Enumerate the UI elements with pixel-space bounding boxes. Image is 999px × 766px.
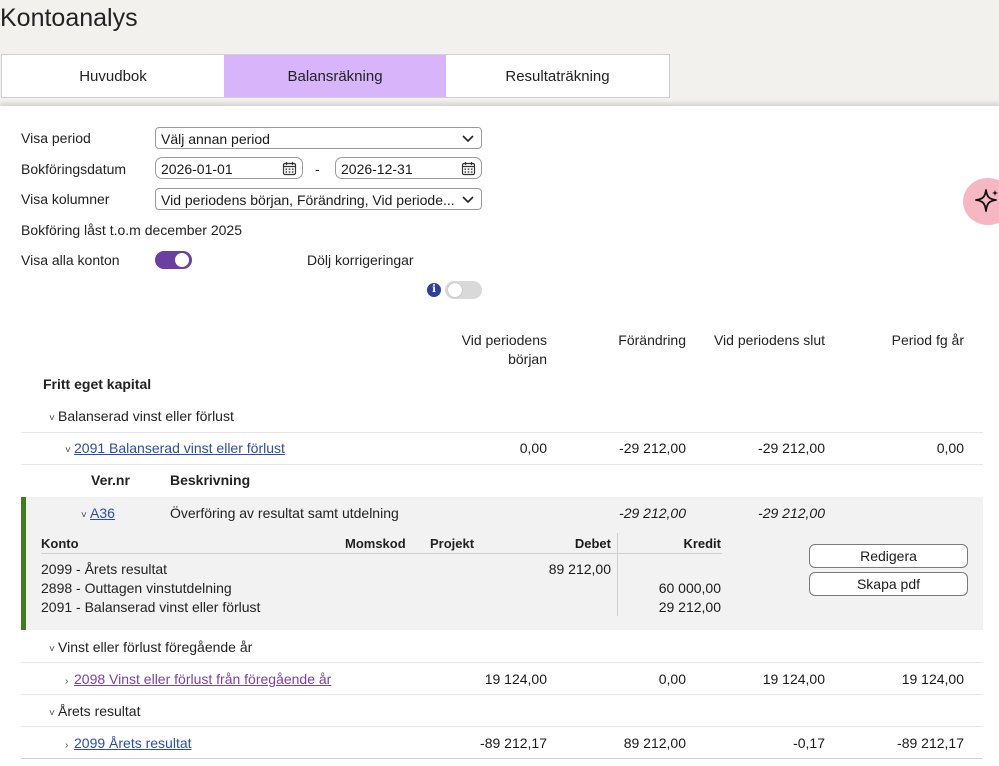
group-foregaende-ar[interactable]: ˅ Vinst eller förlust föregående år (49, 639, 252, 655)
calendar-icon[interactable] (461, 161, 476, 176)
voucher-description: Överföring av resultat samt utdelning (170, 505, 399, 521)
voucher-change: -29 212,00 (619, 505, 686, 521)
group-label: Vinst eller förlust föregående år (58, 639, 253, 655)
detail-konto: 2091 - Balanserad vinst eller förlust (41, 599, 261, 615)
date-to-input[interactable]: 2026-12-31 (335, 157, 482, 179)
tab-resultatrakning[interactable]: Resultaträkning (446, 55, 669, 97)
value-prev: -89 212,17 (897, 735, 964, 751)
chevron-right-icon[interactable]: › (65, 676, 74, 687)
detail-kredit-header: Kredit (683, 536, 721, 551)
calendar-icon[interactable] (282, 161, 297, 176)
hide-corrections-toggle[interactable] (445, 281, 482, 299)
period-select-value: Välj annan period (161, 131, 270, 147)
col-start-header: Vid periodens början (420, 331, 547, 369)
columns-select[interactable]: Vid periodens början, Förändring, Vid pe… (155, 188, 482, 210)
date-from-input[interactable]: 2026-01-01 (155, 157, 303, 179)
value-end: 19 124,00 (762, 671, 825, 687)
value-change: -29 212,00 (619, 440, 686, 456)
col-end-header: Vid periodens slut (713, 332, 825, 348)
voucher-link[interactable]: A36 (90, 505, 115, 521)
col-start-line2: början (508, 351, 547, 367)
period-label: Visa period (21, 130, 91, 146)
voucher-id-cell: ˅ A36 (81, 505, 115, 521)
date-label: Bokföringsdatum (21, 161, 127, 177)
account-link-2099[interactable]: 2099 Årets resultat (74, 735, 192, 751)
show-all-label: Visa alla konton (21, 252, 120, 268)
group-label: Balanserad vinst eller förlust (58, 408, 234, 424)
sparkle-icon (975, 189, 998, 212)
columns-label: Visa kolumner (21, 191, 110, 207)
detail-momskod-header: Momskod (345, 536, 406, 551)
edit-button[interactable]: Redigera (809, 544, 968, 568)
col-prev-header: Period fg år (891, 332, 964, 348)
divider (21, 432, 983, 433)
value-prev: 19 124,00 (901, 671, 964, 687)
value-prev: 0,00 (936, 440, 964, 456)
detail-konto-header: Konto (41, 536, 79, 551)
info-icon[interactable]: i (427, 283, 441, 297)
account-link-2091[interactable]: 2091 Balanserad vinst eller förlust (74, 440, 285, 456)
show-all-toggle[interactable] (155, 251, 192, 269)
account-row-2099: › 2099 Årets resultat (65, 735, 192, 751)
detail-konto: 2898 - Outtagen vinstutdelning (41, 580, 232, 596)
chevron-right-icon[interactable]: › (65, 740, 74, 751)
value-end: -29 212,00 (758, 440, 825, 456)
col-start-line1: Vid periodens (461, 332, 547, 348)
columns-select-value: Vid periodens början, Förändring, Vid pe… (161, 192, 455, 208)
value-start: 0,00 (519, 440, 547, 456)
chevron-down-icon[interactable]: ˅ (65, 445, 74, 456)
vernr-header: Ver.nr (91, 472, 130, 488)
col-change-header: Förändring (618, 332, 686, 348)
detail-kredit: 60 000,00 (658, 580, 721, 596)
value-end: -0,17 (793, 735, 825, 751)
detail-kredit: 29 212,00 (658, 599, 721, 615)
chevron-down-icon: ˅ (49, 708, 55, 719)
chevron-down-icon[interactable]: ˅ (81, 510, 90, 521)
date-from-value: 2026-01-01 (161, 161, 233, 177)
hide-corrections-label: Dölj korrigeringar (307, 252, 414, 268)
value-change: 0,00 (658, 671, 686, 687)
tab-bar: Huvudbok Balansräkning Resultaträkning (1, 54, 670, 98)
chevron-down-icon (462, 135, 474, 143)
period-select[interactable]: Välj annan period (155, 127, 482, 149)
chevron-down-icon: ˅ (49, 413, 55, 424)
value-start: 19 124,00 (484, 671, 547, 687)
divider (21, 694, 983, 695)
locked-text: Bokföring låst t.o.m december 2025 (21, 222, 243, 238)
toggle-knob (448, 283, 462, 297)
detail-debet: 89 212,00 (548, 561, 611, 577)
description-header: Beskrivning (170, 472, 251, 488)
chevron-down-icon: ˅ (49, 644, 55, 655)
detail-header-divider (41, 553, 722, 554)
value-change: 89 212,00 (623, 735, 686, 751)
page-title: Kontoanalys (0, 4, 138, 32)
group-label: Årets resultat (58, 703, 141, 719)
voucher-indicator (21, 497, 26, 630)
chevron-down-icon (462, 196, 474, 204)
value-start: -89 212,17 (480, 735, 547, 751)
create-pdf-button[interactable]: Skapa pdf (809, 572, 968, 596)
divider (21, 758, 983, 759)
toggle-knob (175, 253, 189, 267)
group-arets-resultat[interactable]: ˅ Årets resultat (49, 703, 140, 719)
detail-projekt-header: Projekt (430, 536, 475, 551)
divider (21, 464, 983, 465)
divider (21, 662, 983, 663)
detail-debet-header: Debet (574, 536, 611, 551)
group-balanserad[interactable]: ˅ Balanserad vinst eller förlust (49, 408, 234, 424)
detail-konto: 2099 - Årets resultat (41, 561, 168, 577)
detail-column-divider (617, 533, 618, 616)
main-panel: Visa period Välj annan period Bokförings… (0, 106, 999, 766)
section-title: Fritt eget kapital (43, 376, 152, 392)
date-separator: - (315, 161, 320, 177)
date-to-value: 2026-12-31 (341, 161, 413, 177)
voucher-end: -29 212,00 (758, 505, 825, 521)
account-row-2098: › 2098 Vinst eller förlust från föregåend… (65, 671, 331, 687)
divider (21, 726, 983, 727)
account-link-2098[interactable]: 2098 Vinst eller förlust från föregående… (74, 671, 331, 687)
account-row-2091: ˅ 2091 Balanserad vinst eller förlust (65, 440, 285, 456)
tab-balansrakning[interactable]: Balansräkning (224, 55, 446, 97)
tab-huvudbok[interactable]: Huvudbok (2, 55, 224, 97)
